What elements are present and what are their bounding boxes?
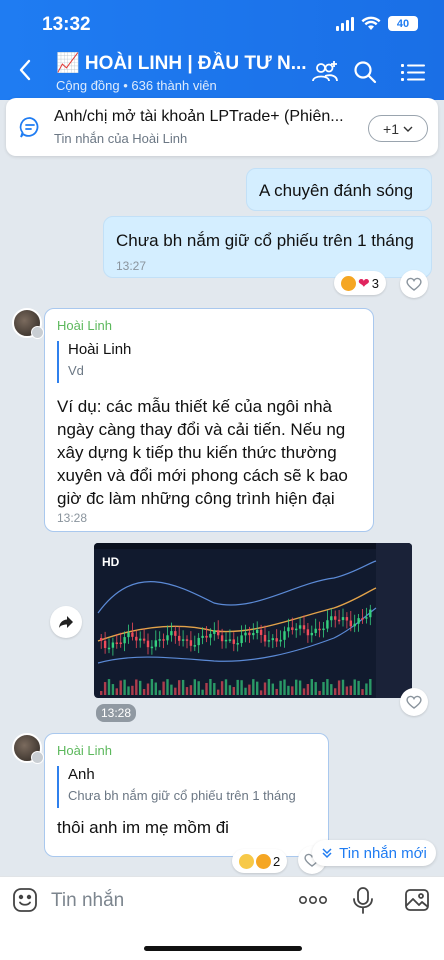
status-bar: 13:32 40 [0, 12, 444, 38]
sender-avatar[interactable] [12, 308, 44, 339]
chat-title-block[interactable]: 📈 HOÀI LINH | ĐẦU TƯ N... Cộng đồng • 63… [56, 51, 307, 93]
message-time: 13:27 [116, 259, 147, 273]
more-options-button[interactable] [298, 890, 328, 915]
hd-label: HD [102, 555, 120, 569]
status-time: 13:32 [42, 14, 91, 35]
reaction-count: 3 [371, 275, 379, 291]
heart-outline-icon [406, 277, 422, 291]
heart-emoji-icon: ❤ [358, 274, 370, 291]
message-text: Chưa bh nắm giữ cổ phiếu trên 1 tháng [116, 231, 414, 250]
laugh-emoji-icon [256, 853, 271, 869]
chat-header: 13:32 40 📈 HOÀI LINH | ĐẦU TƯ N... Cộng … [0, 0, 444, 100]
chevron-left-icon [19, 59, 31, 81]
laugh-emoji-icon [341, 275, 356, 291]
new-messages-button[interactable]: Tin nhắn mới [312, 840, 436, 866]
stock-chart-image[interactable]: HD [94, 543, 412, 698]
pinned-subtitle: Tin nhắn của Hoài Linh [54, 131, 188, 146]
wifi-icon [361, 16, 381, 30]
react-button[interactable] [400, 688, 428, 716]
chat-subtitle: Cộng đồng • 636 thành viên [56, 78, 217, 93]
quote-text: Vd [68, 363, 84, 378]
voice-button[interactable] [352, 886, 374, 919]
add-member-button[interactable] [310, 58, 340, 86]
reaction-summary[interactable]: ❤ 3 [334, 271, 386, 295]
signal-icon [336, 16, 354, 31]
sender-name[interactable]: Hoài Linh [57, 743, 112, 758]
pinned-message-bar[interactable]: Anh/chị mở tài khoản LPTrade+ (Phiên... … [6, 98, 438, 156]
quote-author: Anh [68, 766, 95, 783]
status-icons: 40 [336, 16, 418, 31]
message-input-bar: Tin nhắn [0, 876, 444, 960]
pinned-more-button[interactable]: +1 [368, 115, 428, 142]
react-button[interactable] [400, 270, 428, 298]
member-badge-icon [31, 751, 44, 764]
heart-outline-icon [406, 695, 422, 709]
reaction-summary[interactable]: 2 [232, 849, 288, 873]
emoji-face-icon [13, 888, 37, 912]
list-menu-icon [401, 64, 425, 81]
quote-author: Hoài Linh [68, 341, 132, 358]
image-gallery-icon [405, 889, 429, 911]
message-text: Ví dụ: các mẫu thiết kế của ngôi nhà ngà… [57, 397, 348, 508]
pinned-more-label: +1 [383, 120, 399, 137]
home-indicator [144, 946, 302, 951]
message-time: 13:28 [57, 511, 88, 525]
candlestick-chart-graphic [94, 543, 412, 698]
chevron-down-icon [403, 126, 413, 132]
message-bubble-incoming[interactable]: Hoài Linh Hoài Linh Vd Ví dụ: các mẫu th… [44, 308, 374, 532]
double-chevron-down-icon [322, 848, 332, 859]
quoted-message[interactable]: Anh Chưa bh nắm giữ cổ phiếu trên 1 thán… [57, 766, 322, 808]
message-bubble-outgoing[interactable]: A chuyên đánh sóng [246, 168, 432, 211]
image-time: 13:28 [96, 704, 137, 722]
message-bubble-incoming[interactable]: Hoài Linh Anh Chưa bh nắm giữ cổ phiếu t… [44, 733, 329, 857]
new-messages-label: Tin nhắn mới [339, 844, 427, 862]
search-icon [354, 61, 377, 84]
back-button[interactable] [18, 58, 32, 86]
forward-button[interactable] [50, 606, 82, 638]
microphone-icon [353, 887, 373, 914]
message-bubble-outgoing[interactable]: Chưa bh nắm giữ cổ phiếu trên 1 tháng 13… [103, 216, 432, 278]
chat-title: 📈 HOÀI LINH | ĐẦU TƯ N... [56, 53, 307, 74]
quote-text: Chưa bh nắm giữ cổ phiếu trên 1 tháng [68, 788, 296, 803]
message-input[interactable]: Tin nhắn [51, 890, 124, 912]
pinned-title: Anh/chị mở tài khoản LPTrade+ (Phiên... [54, 108, 344, 125]
quoted-message[interactable]: Hoài Linh Vd [57, 341, 357, 383]
search-button[interactable] [350, 58, 380, 86]
sender-avatar[interactable] [12, 733, 44, 764]
member-badge-icon [31, 326, 44, 339]
chat-bubble-icon [19, 116, 41, 143]
photo-button[interactable] [404, 888, 430, 917]
wow-emoji-icon [239, 853, 254, 869]
sender-name[interactable]: Hoài Linh [57, 318, 112, 333]
battery-icon: 40 [388, 16, 418, 31]
share-arrow-icon [59, 616, 73, 628]
menu-button[interactable] [398, 58, 428, 86]
message-text: A chuyên đánh sóng [259, 181, 414, 200]
message-text: thôi anh im mẹ mồm đi [57, 818, 229, 837]
group-add-icon [312, 61, 338, 82]
reaction-count: 2 [273, 853, 281, 869]
sticker-button[interactable] [12, 887, 38, 918]
more-dots-icon [298, 896, 327, 905]
